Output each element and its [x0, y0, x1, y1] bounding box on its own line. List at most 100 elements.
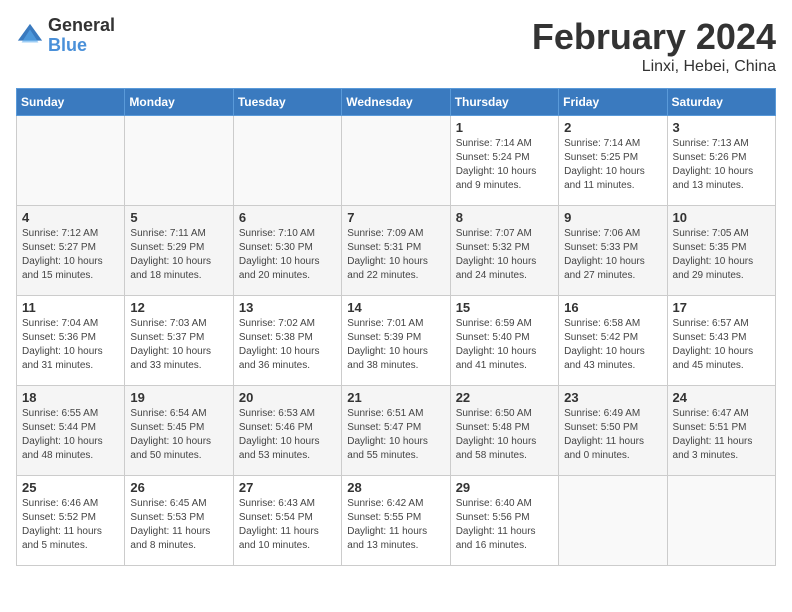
calendar-cell: 18 Sunrise: 6:55 AM Sunset: 5:44 PM Dayli… [17, 386, 125, 476]
day-info: Sunrise: 7:01 AM Sunset: 5:39 PM Dayligh… [347, 317, 444, 373]
logo-blue: Blue [48, 36, 115, 56]
day-number: 8 [456, 210, 553, 225]
day-number: 11 [22, 300, 119, 315]
calendar-cell: 16Sunrise: 6:58 AM Sunset: 5:42 PM Dayli… [559, 296, 667, 386]
day-info: Sunrise: 6:47 AM Sunset: 5:51 PM Dayligh… [673, 407, 770, 463]
calendar-cell: 25Sunrise: 6:46 AM Sunset: 5:52 PM Dayli… [17, 476, 125, 566]
calendar-cell: 7Sunrise: 7:09 AM Sunset: 5:31 PM Daylig… [342, 206, 450, 296]
week-row-3: 18 Sunrise: 6:55 AM Sunset: 5:44 PM Dayli… [17, 386, 776, 476]
day-number: 23 [564, 390, 661, 405]
day-info: Sunrise: 6:54 AM Sunset: 5:45 PM Dayligh… [130, 407, 227, 463]
calendar-cell: 3 Sunrise: 7:13 AM Sunset: 5:26 PM Daylig… [667, 116, 775, 206]
calendar-cell: 15 Sunrise: 6:59 AM Sunset: 5:40 PM Dayli… [450, 296, 558, 386]
calendar-cell [667, 476, 775, 566]
calendar-cell [342, 116, 450, 206]
day-info: Sunrise: 6:43 AM Sunset: 5:54 PM Dayligh… [239, 497, 336, 553]
day-number: 3 [673, 120, 770, 135]
calendar-cell [559, 476, 667, 566]
day-number: 9 [564, 210, 661, 225]
weekday-header-tuesday: Tuesday [233, 89, 341, 116]
day-info: Sunrise: 7:13 AM Sunset: 5:26 PM Dayligh… [673, 137, 770, 193]
calendar-cell: 21 Sunrise: 6:51 AM Sunset: 5:47 PM Dayli… [342, 386, 450, 476]
logo-icon [16, 22, 44, 50]
day-number: 21 [347, 390, 444, 405]
calendar-cell [233, 116, 341, 206]
day-info: Sunrise: 6:55 AM Sunset: 5:44 PM Dayligh… [22, 407, 119, 463]
day-info: Sunrise: 7:03 AM Sunset: 5:37 PM Dayligh… [130, 317, 227, 373]
day-info: Sunrise: 6:57 AM Sunset: 5:43 PM Dayligh… [673, 317, 770, 373]
day-number: 2 [564, 120, 661, 135]
day-number: 12 [130, 300, 227, 315]
location: Linxi, Hebei, China [532, 58, 776, 76]
week-row-4: 25Sunrise: 6:46 AM Sunset: 5:52 PM Dayli… [17, 476, 776, 566]
logo-text: General Blue [48, 16, 115, 56]
logo: General Blue [16, 16, 115, 56]
day-info: Sunrise: 7:06 AM Sunset: 5:33 PM Dayligh… [564, 227, 661, 283]
calendar-table: SundayMondayTuesdayWednesdayThursdayFrid… [16, 88, 776, 566]
day-info: Sunrise: 7:10 AM Sunset: 5:30 PM Dayligh… [239, 227, 336, 283]
week-row-1: 4 Sunrise: 7:12 AM Sunset: 5:27 PM Daylig… [17, 206, 776, 296]
day-info: Sunrise: 6:40 AM Sunset: 5:56 PM Dayligh… [456, 497, 553, 553]
day-info: Sunrise: 6:50 AM Sunset: 5:48 PM Dayligh… [456, 407, 553, 463]
weekday-header-wednesday: Wednesday [342, 89, 450, 116]
day-number: 29 [456, 480, 553, 495]
day-number: 28 [347, 480, 444, 495]
calendar-cell: 28 Sunrise: 6:42 AM Sunset: 5:55 PM Dayli… [342, 476, 450, 566]
calendar-cell: 14Sunrise: 7:01 AM Sunset: 5:39 PM Dayli… [342, 296, 450, 386]
calendar-cell: 27 Sunrise: 6:43 AM Sunset: 5:54 PM Dayli… [233, 476, 341, 566]
calendar-cell: 17 Sunrise: 6:57 AM Sunset: 5:43 PM Dayli… [667, 296, 775, 386]
day-info: Sunrise: 7:02 AM Sunset: 5:38 PM Dayligh… [239, 317, 336, 373]
day-info: Sunrise: 6:51 AM Sunset: 5:47 PM Dayligh… [347, 407, 444, 463]
calendar-cell: 11 Sunrise: 7:04 AM Sunset: 5:36 PM Dayli… [17, 296, 125, 386]
weekday-header-row: SundayMondayTuesdayWednesdayThursdayFrid… [17, 89, 776, 116]
weekday-header-friday: Friday [559, 89, 667, 116]
day-info: Sunrise: 7:12 AM Sunset: 5:27 PM Dayligh… [22, 227, 119, 283]
day-number: 26 [130, 480, 227, 495]
day-number: 18 [22, 390, 119, 405]
day-info: Sunrise: 7:07 AM Sunset: 5:32 PM Dayligh… [456, 227, 553, 283]
calendar-cell: 5Sunrise: 7:11 AM Sunset: 5:29 PM Daylig… [125, 206, 233, 296]
calendar-cell: 26 Sunrise: 6:45 AM Sunset: 5:53 PM Dayli… [125, 476, 233, 566]
day-number: 6 [239, 210, 336, 225]
day-number: 16 [564, 300, 661, 315]
calendar-cell: 2 Sunrise: 7:14 AM Sunset: 5:25 PM Daylig… [559, 116, 667, 206]
day-number: 10 [673, 210, 770, 225]
day-info: Sunrise: 7:11 AM Sunset: 5:29 PM Dayligh… [130, 227, 227, 283]
day-info: Sunrise: 6:53 AM Sunset: 5:46 PM Dayligh… [239, 407, 336, 463]
day-number: 24 [673, 390, 770, 405]
calendar-cell: 29 Sunrise: 6:40 AM Sunset: 5:56 PM Dayli… [450, 476, 558, 566]
day-number: 25 [22, 480, 119, 495]
calendar-cell: 13Sunrise: 7:02 AM Sunset: 5:38 PM Dayli… [233, 296, 341, 386]
day-number: 1 [456, 120, 553, 135]
calendar-cell: 19Sunrise: 6:54 AM Sunset: 5:45 PM Dayli… [125, 386, 233, 476]
day-info: Sunrise: 7:04 AM Sunset: 5:36 PM Dayligh… [22, 317, 119, 373]
day-info: Sunrise: 6:59 AM Sunset: 5:40 PM Dayligh… [456, 317, 553, 373]
calendar-cell: 10 Sunrise: 7:05 AM Sunset: 5:35 PM Dayli… [667, 206, 775, 296]
day-info: Sunrise: 6:42 AM Sunset: 5:55 PM Dayligh… [347, 497, 444, 553]
calendar-cell: 9 Sunrise: 7:06 AM Sunset: 5:33 PM Daylig… [559, 206, 667, 296]
day-number: 17 [673, 300, 770, 315]
logo-general: General [48, 16, 115, 36]
day-info: Sunrise: 7:14 AM Sunset: 5:25 PM Dayligh… [564, 137, 661, 193]
calendar-cell [17, 116, 125, 206]
week-row-0: 1 Sunrise: 7:14 AM Sunset: 5:24 PM Daylig… [17, 116, 776, 206]
day-number: 27 [239, 480, 336, 495]
day-info: Sunrise: 6:49 AM Sunset: 5:50 PM Dayligh… [564, 407, 661, 463]
day-number: 22 [456, 390, 553, 405]
calendar-cell: 1 Sunrise: 7:14 AM Sunset: 5:24 PM Daylig… [450, 116, 558, 206]
day-number: 4 [22, 210, 119, 225]
calendar-cell: 8 Sunrise: 7:07 AM Sunset: 5:32 PM Daylig… [450, 206, 558, 296]
calendar-cell: 20 Sunrise: 6:53 AM Sunset: 5:46 PM Dayli… [233, 386, 341, 476]
weekday-header-sunday: Sunday [17, 89, 125, 116]
weekday-header-thursday: Thursday [450, 89, 558, 116]
day-info: Sunrise: 7:14 AM Sunset: 5:24 PM Dayligh… [456, 137, 553, 193]
day-number: 20 [239, 390, 336, 405]
calendar-cell: 4 Sunrise: 7:12 AM Sunset: 5:27 PM Daylig… [17, 206, 125, 296]
month-title: February 2024 [532, 16, 776, 58]
week-row-2: 11 Sunrise: 7:04 AM Sunset: 5:36 PM Dayli… [17, 296, 776, 386]
day-info: Sunrise: 7:05 AM Sunset: 5:35 PM Dayligh… [673, 227, 770, 283]
day-number: 15 [456, 300, 553, 315]
calendar-cell [125, 116, 233, 206]
weekday-header-saturday: Saturday [667, 89, 775, 116]
day-info: Sunrise: 6:45 AM Sunset: 5:53 PM Dayligh… [130, 497, 227, 553]
